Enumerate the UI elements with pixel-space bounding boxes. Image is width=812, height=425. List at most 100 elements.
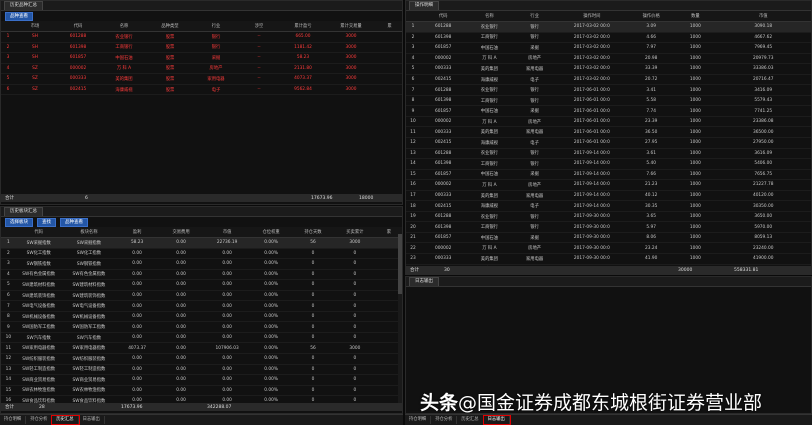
column-header[interactable]: 代码 <box>420 11 467 22</box>
column-header[interactable]: 操作价格 <box>627 11 676 22</box>
tab-history-summary-left[interactable]: 历史汇总 <box>51 415 80 425</box>
sector-instrument-view-button[interactable]: 品种查看 <box>60 217 88 227</box>
column-header[interactable]: 累 <box>375 21 402 32</box>
tab-position-detail-left[interactable]: 持仓明细 <box>0 416 27 424</box>
table-row[interactable]: 5 SW建筑材料指数 SW建筑材料指数 0.00 0.00 0.00 0.00% 0 0 <box>1 279 402 291</box>
table-row[interactable]: 11 SW家用电器指数 SW家用电器指数 4073.37 0.00 107906.03 0.… <box>1 342 402 354</box>
table-row[interactable]: 4 000002 万 科 A 房地产 2017-03-02 00:0 20.98 1000 2… <box>406 53 811 65</box>
column-header[interactable]: 交易费用 <box>158 227 205 238</box>
table-row[interactable]: 10 SW汽车指数 SW汽车指数 0.00 0.00 0.00 0.00% 0 0 <box>1 332 402 344</box>
column-header[interactable]: 代码 <box>55 21 101 32</box>
instrument-view-button[interactable]: 品种查看 <box>5 11 33 21</box>
table-row[interactable]: 1 SW采掘指数 SW采掘指数 58.23 0.00 22736.19 0.00% 56 300… <box>1 237 402 249</box>
search-button[interactable]: 查找 <box>37 217 56 227</box>
table-row[interactable]: 5 000333 美的集团 家用电器 2017-03-02 00:0 33.39 1000 3… <box>406 63 811 75</box>
table-row[interactable]: 4 SW有色金属指数 SW有色金属指数 0.00 0.00 0.00 0.00% 0 0 <box>1 269 402 281</box>
column-header[interactable]: 板块名称 <box>61 227 117 238</box>
table-row[interactable]: 3 SW钢铁指数 SW钢铁指数 0.00 0.00 0.00 0.00% 0 0 <box>1 258 402 270</box>
column-header[interactable] <box>1 21 15 32</box>
table-row[interactable]: 13 601288 农业银行 银行 2017-09-14 00:0 3.61 1000 361… <box>406 148 811 160</box>
table-row[interactable]: 14 SW商业贸易指数 SW商业贸易指数 0.00 0.00 0.00 0.00% 0 0 <box>1 374 402 386</box>
table-row[interactable]: 12 SW纺织服装指数 SW纺织服装指数 0.00 0.00 0.00 0.00% 0 0 <box>1 353 402 365</box>
column-header[interactable] <box>406 11 421 22</box>
table-cell: 107906.03 <box>204 342 251 354</box>
tab-position-detail-right[interactable]: 持仓明细 <box>405 416 432 424</box>
column-header[interactable]: 名称 <box>466 11 513 22</box>
column-header[interactable]: 市值 <box>715 11 811 22</box>
table-row[interactable]: 1 SH 601288 农业银行 股票 银行 -- 665.00 3000 <box>1 31 402 43</box>
column-header[interactable] <box>1 227 16 238</box>
tab-position-analysis-left[interactable]: 持仓分析 <box>26 416 53 424</box>
table-row[interactable]: 4 SZ 000002 万 科 A 股票 房地产 -- 2131.80 3000 <box>1 63 402 75</box>
column-header[interactable]: 代码 <box>15 227 62 238</box>
column-header[interactable]: 累计盈亏 <box>279 21 327 32</box>
table-row[interactable]: 13 SW轻工制造指数 SW轻工制造指数 0.00 0.00 0.00 0.00% 0 0 <box>1 364 402 376</box>
tab-log-output-left[interactable]: 日志输出 <box>79 416 105 424</box>
table-row[interactable]: 12 002415 海康威视 电子 2017-06-01 00:0 27.95 1000 27… <box>406 137 811 149</box>
table-row[interactable]: 1 601288 农业银行 银行 2017-03-02 00:0 3.09 1000 3090… <box>406 21 811 33</box>
table-row[interactable]: 7 601288 农业银行 银行 2017-06-01 00:0 3.41 1000 3416… <box>406 84 811 96</box>
table-cell <box>375 84 402 96</box>
table-row[interactable]: 6 SZ 002415 海康威视 股票 电子 -- 9562.84 3000 <box>1 84 402 96</box>
table-row[interactable]: 3 SH 601857 中国石油 股票 采掘 -- 58.23 3000 <box>1 52 402 64</box>
table-row[interactable]: 10 000002 万 科 A 房地产 2017-06-01 00:0 23.39 1000… <box>406 116 811 128</box>
sector-scrollbar[interactable] <box>398 234 402 403</box>
op-total-volume: 30000 <box>678 267 693 273</box>
table-row[interactable]: 17 000333 美的集团 家用电器 2017-09-14 00:0 40.12 1000… <box>406 190 811 202</box>
column-header[interactable]: 行业 <box>512 11 557 22</box>
table-row[interactable]: 5 SZ 000333 美的集团 股票 家用电器 -- 4073.37 3000 <box>1 73 402 85</box>
column-header[interactable]: 盈利 <box>116 227 159 238</box>
table-row[interactable]: 14 601398 工商银行 银行 2017-09-14 00:0 5.40 1000 540… <box>406 158 811 170</box>
column-header[interactable]: 累计交易量 <box>327 21 375 32</box>
table-row[interactable]: 2 SH 601398 工商银行 股票 银行 -- 1181.42 3000 <box>1 42 402 54</box>
table-cell <box>375 31 402 43</box>
tab-log-output[interactable]: 日志输出 <box>409 277 439 286</box>
tab-operation-detail[interactable]: 操作明细 <box>409 1 439 10</box>
table-cell: 002415 <box>420 200 467 212</box>
table-row[interactable]: 7 SW电气设备指数 SW电气设备指数 0.00 0.00 0.00 0.00% 0 0 <box>1 300 402 312</box>
table-row[interactable]: 6 002415 海康威视 电子 2017-03-02 00:0 20.72 1000 207… <box>406 74 811 86</box>
table-row[interactable]: 21 601857 中国石油 采掘 2017-09-30 00:0 8.06 1000 805… <box>406 232 811 244</box>
table-cell: SW建筑材料指数 <box>61 279 117 291</box>
table-row[interactable]: 3 601857 中国石油 采掘 2017-03-02 00:0 7.97 1000 7969… <box>406 42 811 54</box>
history-instrument-header-row: 市场 代码 名称 品种类型 行业 涉空 累计盈亏 累计交易量累 <box>1 21 402 32</box>
column-header[interactable]: 仓位权重 <box>250 227 293 238</box>
column-header[interactable]: 涉空 <box>239 21 279 32</box>
table-row[interactable]: 9 SW国防军工指数 SW国防军工指数 0.00 0.00 0.00 0.00% 0 0 <box>1 321 402 333</box>
table-row[interactable]: 6 SW建筑装饰指数 SW建筑装饰指数 0.00 0.00 0.00 0.00% 0 0 <box>1 290 402 302</box>
table-cell: 601857 <box>420 42 467 54</box>
table-row[interactable]: 20 601398 工商银行 银行 2017-09-30 00:0 5.97 1000 597… <box>406 221 811 233</box>
column-header[interactable]: 行业 <box>193 21 239 32</box>
tab-log-output-right[interactable]: 日志输出 <box>482 415 511 425</box>
operation-detail-panel: 操作明细 代码 名称 行业 操作时间 操作价格 数量 市值 1 601288 农业银行 银行 201… <box>405 0 812 275</box>
tab-history-instrument[interactable]: 历史品种汇总 <box>4 1 43 10</box>
operation-detail-header-row: 代码 名称 行业 操作时间 操作价格 数量 市值 <box>406 11 811 22</box>
table-row[interactable]: 2 601398 工商银行 银行 2017-03-02 00:0 4.66 1000 4667… <box>406 32 811 44</box>
table-cell: 万 科 A <box>466 179 513 191</box>
table-row[interactable]: 19 601288 农业银行 银行 2017-09-30 00:0 3.65 1000 365… <box>406 211 811 223</box>
tab-history-summary-right[interactable]: 历史汇总 <box>457 416 484 424</box>
table-row[interactable]: 9 601857 中国石油 采掘 2017-06-01 00:0 7.74 1000 7741… <box>406 105 811 117</box>
column-header[interactable]: 市场 <box>15 21 55 32</box>
column-header[interactable]: 品种类型 <box>147 21 193 32</box>
tab-position-analysis-right[interactable]: 持仓分析 <box>431 416 458 424</box>
column-header[interactable]: 数量 <box>675 11 716 22</box>
table-row[interactable]: 11 000333 美的集团 家用电器 2017-06-01 00:0 36.50 1000… <box>406 126 811 138</box>
table-row[interactable]: 18 002415 海康威视 电子 2017-09-14 00:0 30.35 1000 30… <box>406 200 811 212</box>
table-row[interactable]: 16 000002 万 科 A 房地产 2017-09-14 00:0 21.23 1000… <box>406 179 811 191</box>
column-header[interactable]: 操作时间 <box>556 11 628 22</box>
column-header[interactable]: 市值 <box>204 227 251 238</box>
table-row[interactable]: 22 000002 万 科 A 房地产 2017-09-30 00:0 23.24 1000… <box>406 242 811 255</box>
table-row[interactable]: 8 601398 工商银行 银行 2017-06-01 00:0 5.58 1000 5579… <box>406 95 811 107</box>
table-row[interactable]: 15 SW农林牧渔指数 SW农林牧渔指数 0.00 0.00 0.00 0.00% 0 0 <box>1 385 402 397</box>
tab-history-sector[interactable]: 历史板块汇总 <box>4 207 43 216</box>
table-row[interactable]: 23 000333 美的集团 家用电器 2017-09-30 00:0 41.90 1000… <box>406 253 811 265</box>
table-row[interactable]: 2 SW化工指数 SW化工指数 0.00 0.00 0.00 0.00% 0 0 <box>1 248 402 260</box>
column-header[interactable]: 名称 <box>101 21 147 32</box>
column-header[interactable]: 持仓天数 <box>292 227 334 238</box>
table-row[interactable]: 8 SW机械设备指数 SW机械设备指数 0.00 0.00 0.00 0.00% 0 0 <box>1 311 402 323</box>
select-sector-button[interactable]: 选择板块 <box>5 217 33 227</box>
column-header[interactable]: 买卖累计 <box>333 227 376 238</box>
table-cell: 14 <box>406 158 421 170</box>
table-row[interactable]: 15 601857 中国石油 采掘 2017-09-14 00:0 7.66 1000 765… <box>406 169 811 181</box>
